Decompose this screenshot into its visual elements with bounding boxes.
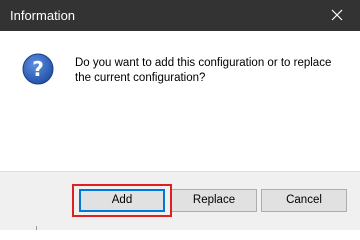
question-icon: ? bbox=[22, 53, 54, 85]
dialog-content: ? Do you want to add this configuration … bbox=[0, 31, 360, 171]
close-icon bbox=[331, 9, 343, 21]
title-bar: Information bbox=[0, 0, 360, 31]
dialog-message: Do you want to add this configuration or… bbox=[75, 57, 332, 84]
replace-button[interactable]: Replace bbox=[171, 189, 257, 212]
close-button[interactable] bbox=[314, 0, 360, 31]
add-button[interactable]: Add bbox=[79, 189, 165, 212]
information-dialog: Information ? Do you want to add this co… bbox=[0, 0, 360, 230]
divider bbox=[36, 226, 37, 230]
button-bar: Add Replace Cancel bbox=[0, 171, 360, 230]
svg-text:?: ? bbox=[32, 57, 44, 81]
dialog-title: Information bbox=[10, 8, 76, 23]
cancel-button[interactable]: Cancel bbox=[261, 189, 347, 212]
